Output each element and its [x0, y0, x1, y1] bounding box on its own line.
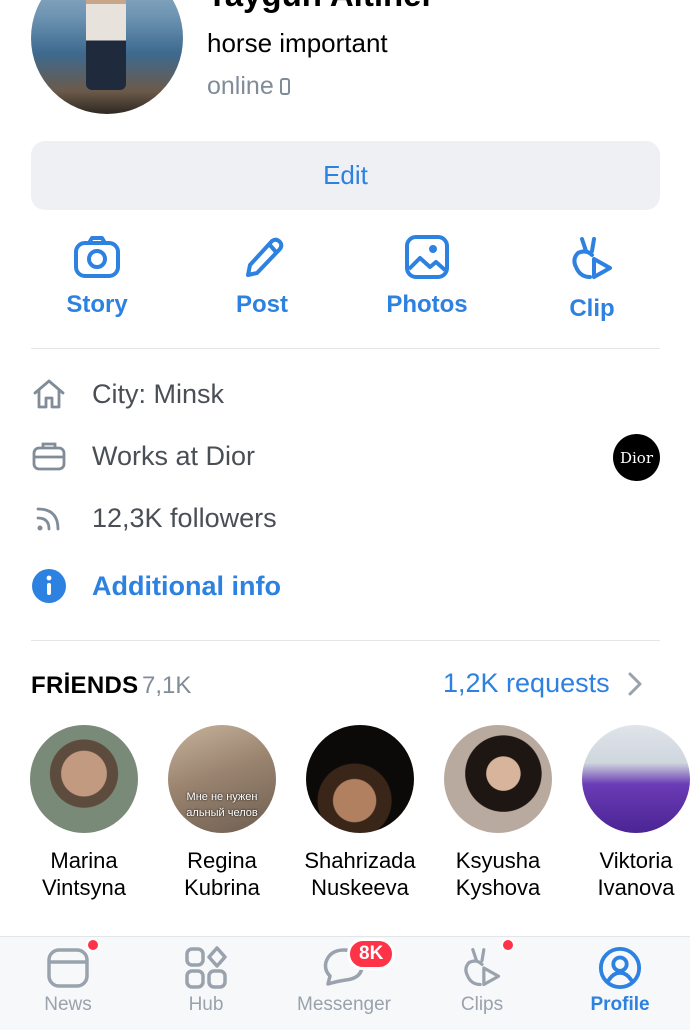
briefcase-icon	[32, 442, 66, 471]
friend-photo-caption: Мне не нужен альный челов	[186, 791, 258, 819]
requests-label: 1,2K requests	[443, 668, 610, 698]
clip-button[interactable]: Clip	[532, 235, 652, 323]
work-row[interactable]: Works at Dior	[31, 438, 255, 474]
rss-icon	[36, 507, 60, 531]
friend-avatar	[306, 725, 414, 833]
divider	[31, 348, 660, 349]
friend-name: Viktoria Ivanova	[597, 848, 675, 900]
tab-hub[interactable]: Hub	[146, 946, 266, 1016]
profile-avatar[interactable]	[31, 0, 183, 114]
post-label: Post	[235, 291, 288, 318]
profile-name: Taygun Altıner	[207, 0, 434, 14]
tab-news-label: News	[44, 994, 92, 1015]
friend-item[interactable]: Мне не нужен альный челов Regina Kubrina	[157, 725, 287, 901]
tab-clips-label: Clips	[460, 994, 504, 1015]
friend-item[interactable]: Viktoria Ivanova	[571, 725, 690, 901]
home-icon	[33, 379, 65, 409]
pencil-icon	[246, 237, 284, 277]
online-status: online	[207, 72, 290, 101]
tab-messenger-label: Messenger	[297, 994, 391, 1015]
tab-profile[interactable]: Profile	[560, 946, 680, 1016]
followers-row[interactable]: 12,3K followers	[31, 500, 277, 536]
additional-info-link: Additional info	[92, 570, 281, 601]
friends-title: FRİENDS	[31, 672, 139, 699]
edit-profile-button[interactable]: Edit	[31, 141, 660, 210]
clip-label: Clip	[569, 295, 615, 322]
avatar-photo-person	[86, 0, 126, 90]
friend-name: Marina Vintsyna	[42, 848, 126, 900]
tab-news[interactable]: News	[8, 938, 128, 1016]
friend-item[interactable]: Marina Vintsyna	[19, 725, 149, 901]
city-text: City: Minsk	[92, 378, 225, 409]
work-text: Works at Dior	[92, 440, 256, 471]
tab-profile-label: Profile	[590, 994, 650, 1015]
friends-count: 7,1K	[142, 672, 192, 699]
dior-logo[interactable]: Dior	[613, 434, 660, 481]
messenger-badge: 8K	[347, 938, 396, 970]
image-icon	[405, 235, 449, 279]
friend-avatar	[582, 725, 690, 833]
followers-text: 12,3K followers	[92, 502, 277, 533]
notification-dot	[86, 938, 100, 952]
friend-name: Ksyusha Kyshova	[455, 848, 541, 900]
photos-button[interactable]: Photos	[367, 235, 487, 319]
camera-icon	[74, 236, 120, 278]
friend-requests-link[interactable]: 1,2K requests	[443, 668, 642, 699]
photos-label: Photos	[386, 291, 468, 318]
info-icon	[32, 569, 66, 603]
city-row[interactable]: City: Minsk	[31, 376, 224, 412]
additional-info-row[interactable]: Additional info	[31, 568, 281, 604]
tab-hub-label: Hub	[188, 994, 224, 1015]
tab-messenger[interactable]: Messenger 8K	[284, 938, 404, 1016]
online-label: online	[207, 72, 274, 100]
divider	[31, 640, 660, 641]
friend-avatar	[444, 725, 552, 833]
friend-name: Shahrizada Nuskeeva	[304, 848, 416, 900]
friend-item[interactable]: Ksyusha Kyshova	[433, 725, 563, 901]
friend-item[interactable]: Shahrizada Nuskeeva	[295, 725, 425, 901]
profile-icon	[598, 946, 642, 990]
clip-icon	[572, 237, 612, 279]
story-button[interactable]: Story	[37, 235, 157, 319]
tab-clips[interactable]: Clips	[422, 938, 542, 1016]
story-label: Story	[66, 291, 128, 318]
notification-dot	[501, 938, 515, 952]
news-icon	[47, 948, 89, 988]
clips-icon	[464, 948, 501, 987]
friend-name: Regina Kubrina	[184, 848, 260, 900]
phone-icon	[279, 78, 290, 95]
post-button[interactable]: Post	[202, 235, 322, 319]
profile-status[interactable]: horse important	[207, 28, 388, 59]
hub-icon	[185, 946, 227, 989]
friend-avatar	[30, 725, 138, 833]
chevron-right-icon	[628, 672, 642, 695]
friend-avatar: Мне не нужен альный челов	[168, 725, 276, 833]
